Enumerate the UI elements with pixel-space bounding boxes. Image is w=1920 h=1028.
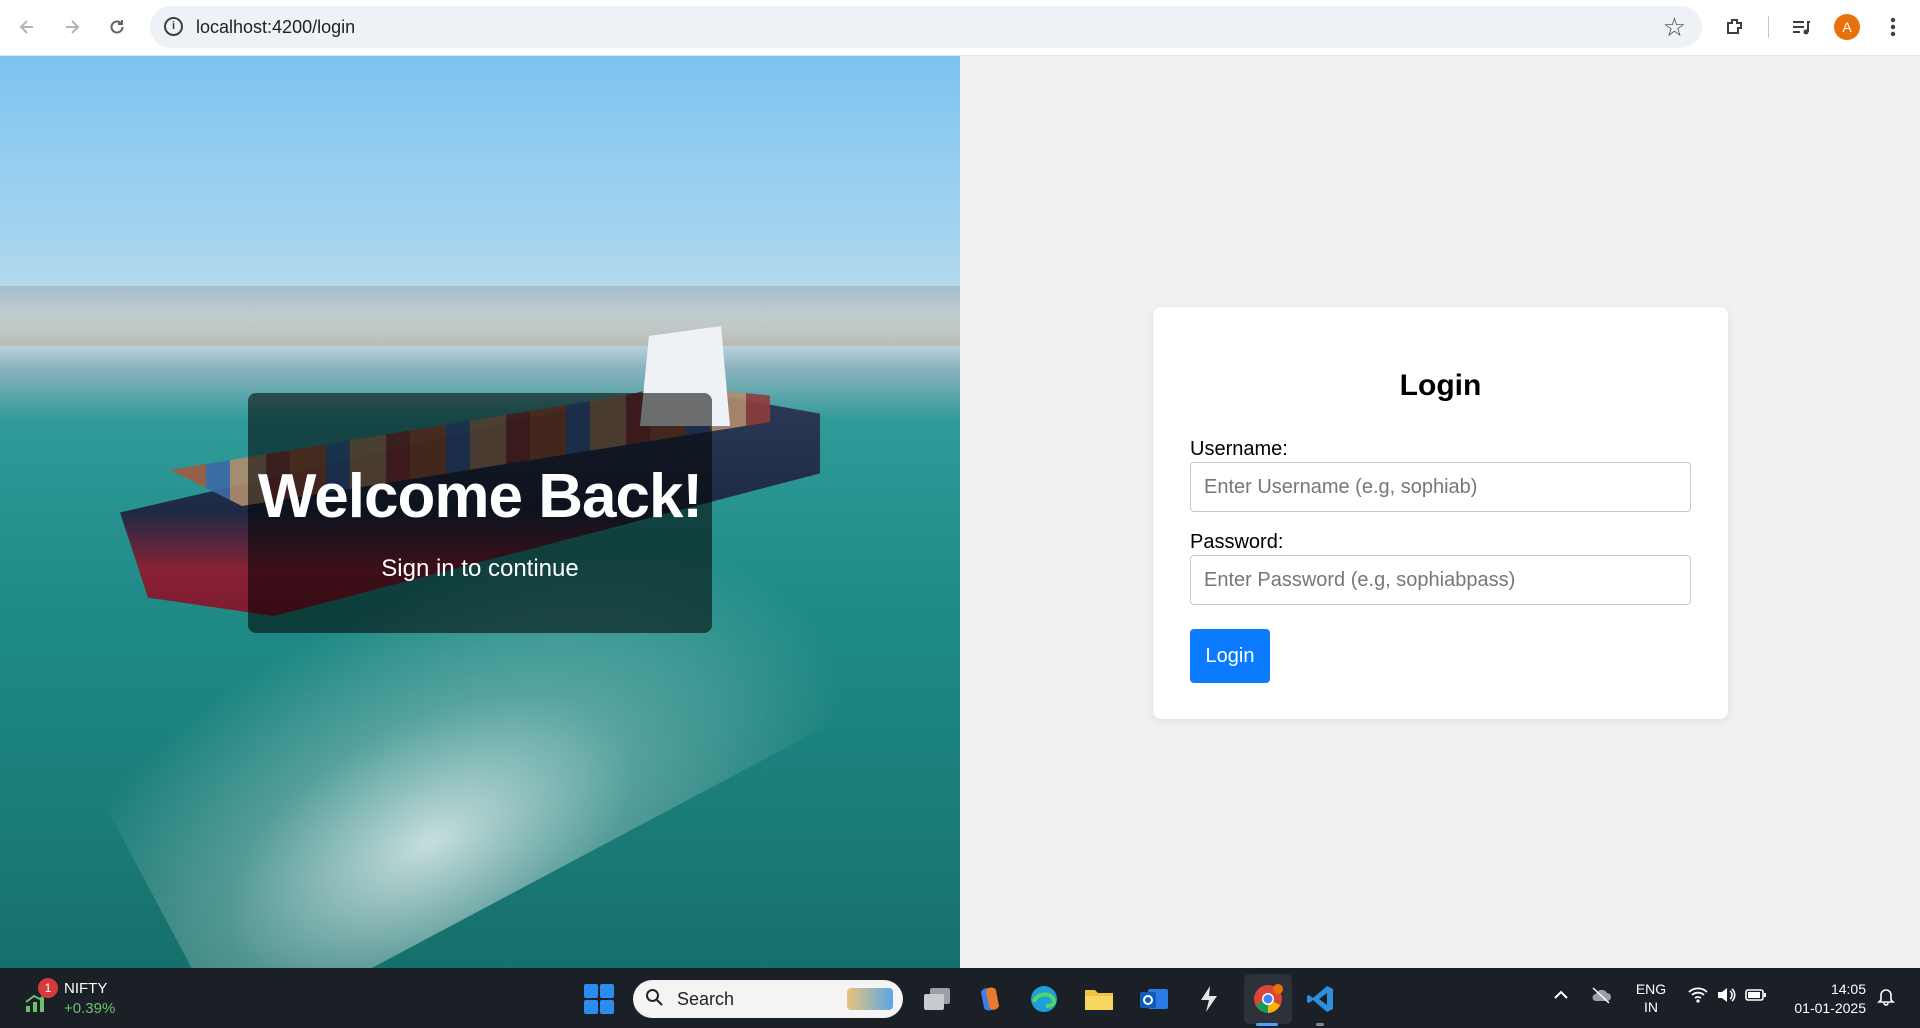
hero-ship-image: Welcome Back! Sign in to continue <box>0 56 960 968</box>
input-language[interactable]: ENG IN <box>1634 980 1668 1016</box>
notification-badge: 1 <box>38 978 58 998</box>
widget-name[interactable]: NIFTY <box>64 980 107 997</box>
bookmark-star-icon[interactable]: ☆ <box>1663 12 1686 43</box>
kebab-menu-icon[interactable] <box>1878 12 1908 42</box>
login-title: Login <box>1399 369 1482 402</box>
chevron-up-icon[interactable] <box>1552 986 1570 1009</box>
forward-arrow-icon[interactable] <box>57 12 87 42</box>
login-button[interactable]: Login <box>1190 629 1270 683</box>
region-code: IN <box>1644 999 1658 1015</box>
wifi-icon[interactable] <box>1688 986 1708 1009</box>
search-highlight-icon <box>847 988 893 1010</box>
language-code: ENG <box>1635 981 1667 997</box>
welcome-subtitle: Sign in to continue <box>381 555 579 582</box>
edge-browser-icon[interactable] <box>1027 982 1061 1016</box>
taskbar-search[interactable]: Search <box>633 980 903 1018</box>
file-explorer-icon[interactable] <box>1082 982 1116 1016</box>
media-control-icon[interactable] <box>1786 12 1816 42</box>
login-card: Login Username: Password: Login <box>1153 307 1728 719</box>
password-label: Password: <box>1190 531 1284 553</box>
profile-avatar[interactable]: A <box>1834 14 1860 40</box>
password-input[interactable] <box>1190 555 1691 605</box>
welcome-overlay: Welcome Back! Sign in to continue <box>248 393 712 633</box>
browser-toolbar: i localhost:4200/login ☆ A <box>0 0 1920 56</box>
volume-icon[interactable] <box>1716 986 1736 1009</box>
search-icon <box>645 988 663 1011</box>
clock-time: 14:05 <box>1830 981 1866 997</box>
toolbar-divider <box>1768 16 1769 38</box>
taskbar: 1 NIFTY +0.39% Search ENG IN 14:05 01-01… <box>0 968 1920 1028</box>
system-clock[interactable]: 14:05 01-01-2025 <box>1776 980 1866 1018</box>
task-view-icon[interactable] <box>920 982 954 1016</box>
welcome-title: Welcome Back! <box>257 462 703 531</box>
back-arrow-icon[interactable] <box>12 12 42 42</box>
search-label: Search <box>677 989 735 1009</box>
terminal-app-icon[interactable] <box>1192 982 1226 1016</box>
chrome-icon[interactable] <box>1251 982 1285 1016</box>
site-info-icon[interactable]: i <box>164 17 183 36</box>
chrome-active-indicator <box>1256 1023 1278 1026</box>
outlook-icon[interactable] <box>1137 982 1171 1016</box>
vscode-running-indicator <box>1316 1023 1324 1026</box>
address-bar[interactable]: i localhost:4200/login ☆ <box>150 6 1702 48</box>
cloud-offline-icon[interactable] <box>1590 986 1612 1009</box>
battery-icon[interactable] <box>1745 986 1767 1009</box>
vscode-icon[interactable] <box>1303 982 1337 1016</box>
extensions-icon[interactable] <box>1720 12 1750 42</box>
username-label: Username: <box>1190 438 1288 460</box>
notification-bell-icon[interactable] <box>1876 986 1896 1011</box>
copilot-icon[interactable] <box>973 982 1007 1016</box>
windows-start-icon[interactable] <box>584 984 614 1014</box>
widget-change[interactable]: +0.39% <box>64 1000 115 1017</box>
username-input[interactable] <box>1190 462 1691 512</box>
reload-icon[interactable] <box>102 12 132 42</box>
url-text[interactable]: localhost:4200/login <box>196 17 355 38</box>
clock-date: 01-01-2025 <box>1794 1000 1866 1016</box>
login-panel: Login Username: Password: Login <box>960 56 1920 968</box>
